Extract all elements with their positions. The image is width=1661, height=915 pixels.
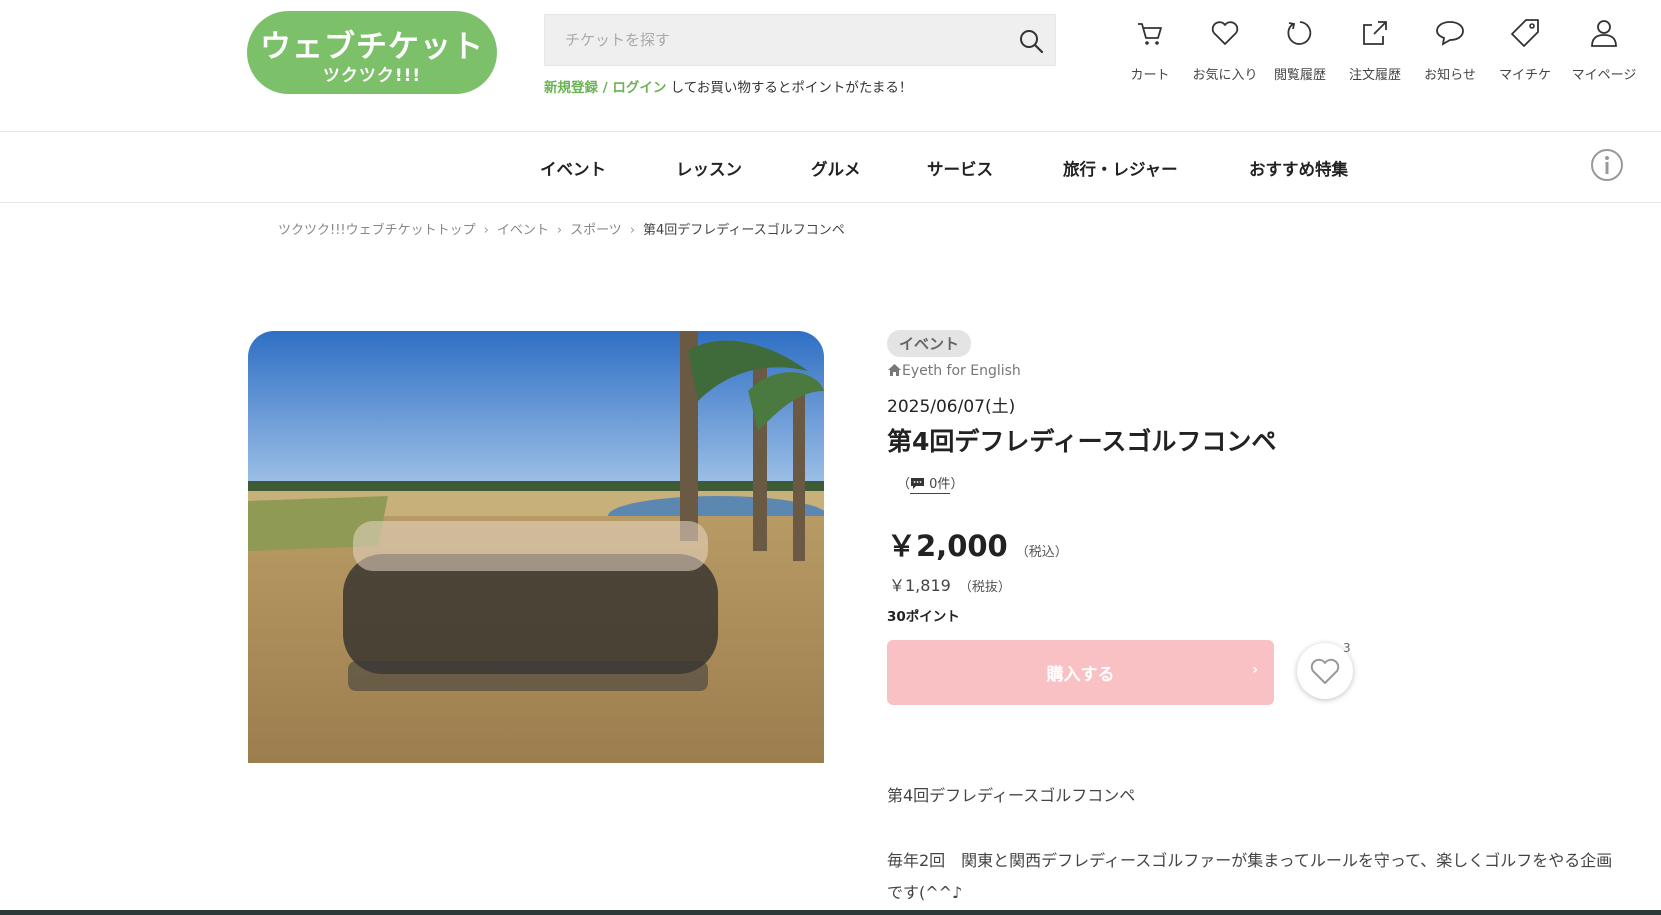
chevron-right-icon: › [1252,662,1258,678]
history-button[interactable]: 閲覧履歴 [1262,16,1338,83]
description-body: 毎年2回 関東と関西デフレディースゴルファーが集まってルールを守って、楽しくゴル… [887,851,1613,902]
buy-button[interactable]: 購入する › [887,640,1274,705]
search-input[interactable] [545,15,1005,65]
site-header: ウェブチケット ツクツク!!! 新規登録 / ログイン してお買い物するとポイン… [0,0,1661,132]
price-excl-tax: ￥1,819 （税抜） [889,572,1011,596]
login-link[interactable]: ログイン [612,80,666,96]
info-icon[interactable] [1590,148,1624,182]
reviews-close-paren: ） [950,477,964,492]
buy-button-label: 購入する [1046,665,1115,685]
user-icon [1591,20,1617,47]
chat-icon [1436,21,1464,46]
comment-icon [911,478,925,489]
price-excl-value: ￥1,819 [889,576,951,595]
register-link[interactable]: 新規登録 [544,80,598,96]
heart-icon [1211,21,1239,45]
price-excl-note: （税抜） [958,580,1011,595]
search-icon[interactable] [1017,27,1045,55]
product-image [248,331,824,763]
history-icon [1287,21,1312,45]
logo-line2: ツクツク!!! [322,66,422,86]
chevron-right-icon: › [629,223,636,238]
orders-button[interactable]: 注文履歴 [1337,16,1413,83]
favorites-button[interactable]: お気に入り [1187,16,1263,83]
share-icon [1363,21,1387,45]
category-tag: イベント [887,330,972,357]
my-tickets-label: マイチケ [1498,68,1551,83]
nav-item-travel[interactable]: 旅行・レジャー [1063,156,1178,180]
breadcrumb-sports[interactable]: スポーツ [570,219,622,238]
bottom-bar [0,910,1661,915]
golf-group-photo [248,331,824,763]
cart-label: カート [1130,68,1170,83]
chevron-right-icon: › [483,223,489,238]
logo-line1: ウェブチケット [260,29,484,65]
product-title: 第4回デフレディースゴルフコンペ [887,427,1277,456]
notifications-button[interactable]: お知らせ [1412,16,1488,83]
home-icon [888,364,901,376]
breadcrumb-current: 第4回デフレディースゴルフコンペ [643,223,845,238]
nav-item-gourmet[interactable]: グルメ [811,156,861,180]
favorite-count: 3 [1343,641,1351,655]
chevron-right-icon: › [556,223,563,238]
product-description: 第4回デフレディースゴルフコンペ 毎年2回 関東と関西デフレディースゴルファーが… [887,780,1627,915]
promo-slash: / [598,80,613,96]
breadcrumb: ツクツク!!!ウェブチケットトップ › イベント › スポーツ › 第4回デフレディースゴル… [278,219,845,238]
nav-item-featured[interactable]: おすすめ特集 [1249,156,1348,180]
event-date: 2025/06/07(土) [887,397,1016,417]
my-page-button[interactable]: マイページ [1566,16,1642,83]
price-incl-value: ￥2,000 [887,529,1008,563]
nav-item-event[interactable]: イベント [540,156,606,180]
my-page-label: マイページ [1571,68,1637,83]
promo-text: してお買い物するとポイントがたまる！ [666,80,913,96]
description-heading: 第4回デフレディースゴルフコンペ [887,786,1136,805]
price-incl-tax: ￥2,000 （税込） [887,523,1068,565]
reward-points: 30ポイント [887,609,960,625]
favorites-label: お気に入り [1192,68,1258,83]
review-count[interactable]: （ 0件） [897,473,964,494]
orders-label: 注文履歴 [1348,68,1401,83]
history-label: 閲覧履歴 [1273,68,1326,83]
review-count-value: 0件 [929,477,951,492]
organizer-name: Eyeth for English [902,363,1021,379]
cart-icon [1138,23,1162,45]
login-promo: 新規登録 / ログイン してお買い物するとポイントがたまる！ [544,76,912,96]
nav-item-lesson[interactable]: レッスン [676,156,742,180]
organizer[interactable]: Eyeth for English [887,363,1021,379]
site-logo[interactable]: ウェブチケット ツクツク!!! [247,11,497,94]
notifications-label: お知らせ [1424,68,1476,83]
cart-button[interactable]: カート [1112,16,1188,83]
breadcrumb-event[interactable]: イベント [497,219,549,238]
category-nav: イベント レッスン グルメ サービス 旅行・レジャー おすすめ特集 [0,132,1661,203]
reviews-open-paren: （ [897,477,911,492]
my-tickets-button[interactable]: マイチケ [1487,16,1563,83]
search-box [544,14,1056,66]
tag-icon [1511,19,1539,47]
nav-item-service[interactable]: サービス [927,156,993,180]
breadcrumb-top[interactable]: ツクツク!!!ウェブチケットトップ [278,219,476,238]
heart-icon [1310,658,1340,684]
price-incl-note: （税込） [1015,545,1068,560]
